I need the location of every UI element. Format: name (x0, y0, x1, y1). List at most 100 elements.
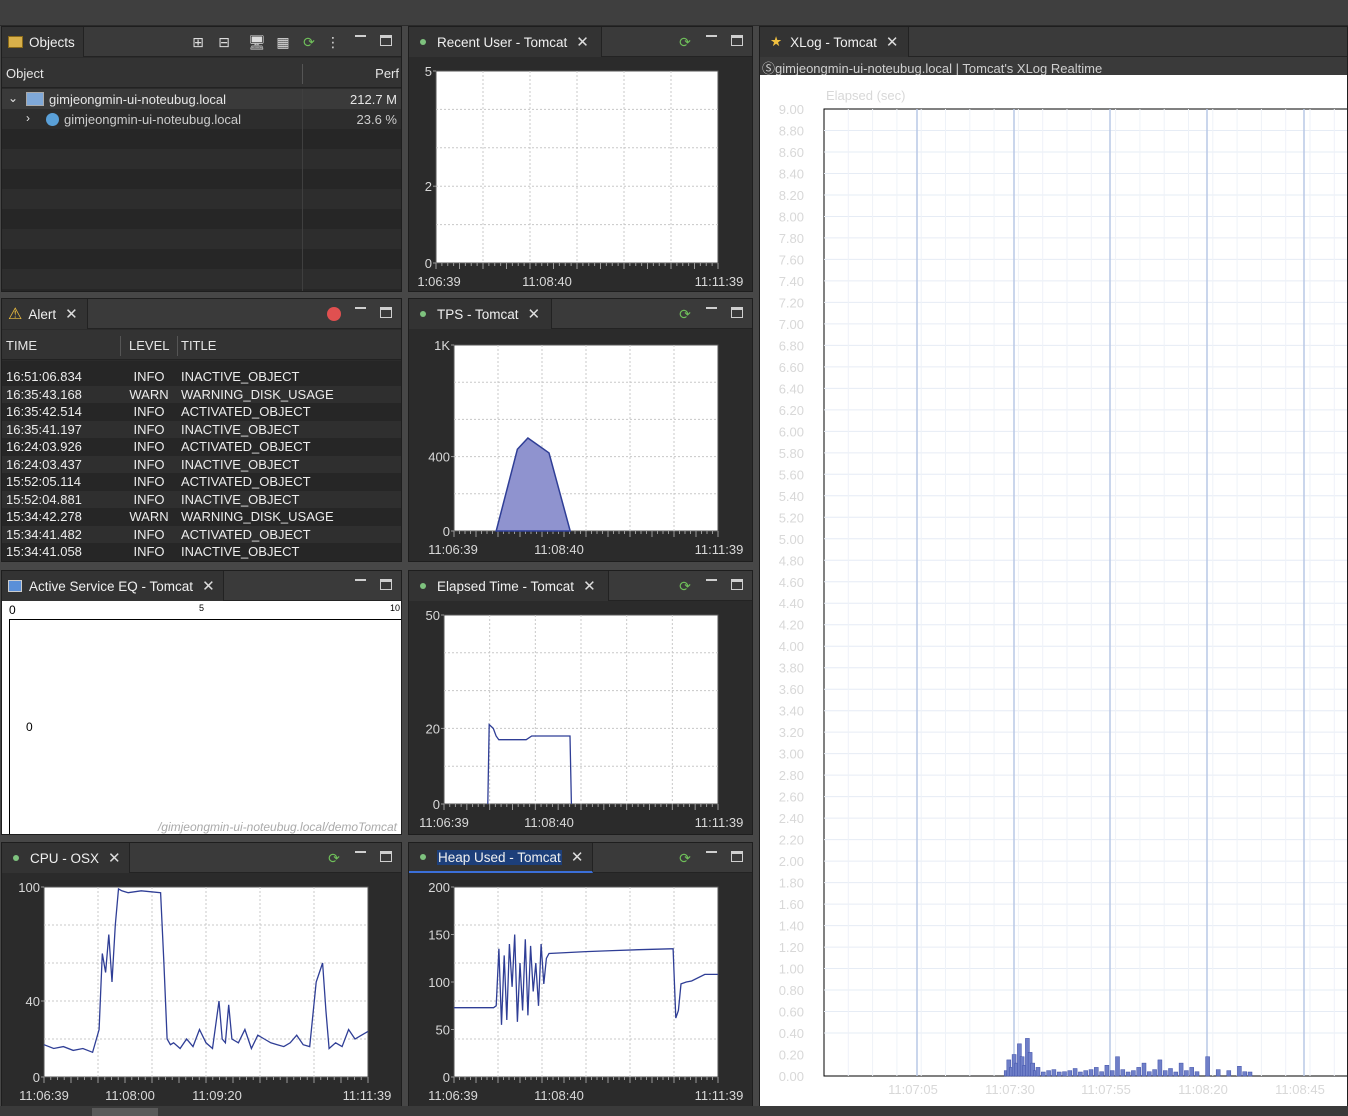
maximize-icon[interactable] (380, 579, 392, 590)
calendar-icon[interactable]: ▦ (274, 33, 292, 51)
col-level[interactable]: LEVEL (129, 338, 169, 353)
alert-row[interactable]: 16:51:06.834 INFO INACTIVE_OBJECT (2, 368, 401, 386)
y-tick-label: 3.80 (779, 661, 804, 676)
collapse-arrow-icon[interactable]: › (26, 111, 30, 125)
alert-row[interactable]: 15:34:41.058 INFO INACTIVE_OBJECT (2, 543, 401, 561)
close-icon[interactable]: ✕ (65, 305, 78, 323)
alert-row[interactable]: 16:24:03.437 INFO INACTIVE_OBJECT (2, 455, 401, 473)
minimize-icon[interactable] (706, 851, 717, 853)
alert-level: INFO (133, 439, 165, 455)
y-tick-label: 1K (434, 338, 450, 353)
status-bar (0, 1106, 1348, 1116)
alert-row[interactable]: 16:24:03.926 INFO ACTIVATED_OBJECT (2, 438, 401, 456)
maximize-icon[interactable] (731, 579, 743, 590)
close-icon[interactable]: ✕ (571, 848, 584, 866)
y-tick-label: 20 (426, 721, 440, 736)
close-icon[interactable]: ✕ (108, 849, 121, 867)
tab-cpu[interactable]: CPU - OSX ✕ (2, 843, 130, 873)
objects-panel: Objects ⊞ ⊟ 🖥 ▦ ⟳ ⋮ Object Perf ⌄ gimjeo… (1, 26, 402, 292)
objects-row-perf: 23.6 % (356, 112, 397, 127)
col-perf[interactable]: Perf (375, 66, 399, 81)
close-icon[interactable]: ✕ (583, 577, 596, 595)
status-dot-icon (420, 854, 426, 860)
tab-heap[interactable]: Heap Used - Tomcat ✕ (409, 843, 593, 873)
y-tick-label: 0 (33, 1070, 40, 1085)
alert-time: 16:35:43.168 (6, 386, 82, 402)
minimize-icon[interactable] (706, 307, 717, 309)
minimize-icon[interactable] (355, 307, 366, 309)
tab-tps[interactable]: TPS - Tomcat ✕ (409, 299, 552, 329)
close-icon[interactable]: ✕ (202, 577, 215, 595)
close-icon[interactable]: ✕ (528, 305, 541, 323)
col-divider (177, 336, 178, 356)
alert-row[interactable]: 15:52:04.881 INFO INACTIVE_OBJECT (2, 490, 401, 508)
minimize-icon[interactable] (355, 579, 366, 581)
xlog-point (1226, 1070, 1232, 1077)
alert-row[interactable]: 16:35:42.514 INFO ACTIVATED_OBJECT (2, 403, 401, 421)
maximize-icon[interactable] (731, 307, 743, 318)
expand-arrow-icon[interactable]: ⌄ (8, 91, 18, 105)
close-icon[interactable]: ✕ (886, 33, 899, 51)
x-tick-label: 11:08:40 (534, 542, 584, 557)
alert-row[interactable]: 15:52:05.114 INFO ACTIVATED_OBJECT (2, 473, 401, 491)
refresh-icon[interactable]: ⟳ (300, 33, 318, 51)
maximize-icon[interactable] (380, 35, 392, 46)
star-icon: ★ (770, 34, 783, 49)
tab-recent-user-label: Recent User - Tomcat (437, 34, 568, 50)
maximize-icon[interactable] (731, 35, 743, 46)
status-dot-icon (420, 39, 426, 45)
refresh-icon[interactable]: ⟳ (676, 849, 694, 867)
alert-tabbar: ⚠ Alert ✕ (2, 299, 401, 329)
objects-folder-icon (8, 36, 23, 48)
xlog-point (1141, 1062, 1147, 1077)
alert-time: 16:35:41.197 (6, 421, 82, 437)
refresh-icon[interactable]: ⟳ (676, 305, 694, 323)
col-title[interactable]: TITLE (181, 338, 216, 353)
x-tick-label: 11:08:40 (524, 815, 574, 830)
alert-level: INFO (133, 474, 165, 490)
maximize-icon[interactable] (380, 307, 392, 318)
more-icon[interactable]: ⋮ (326, 33, 340, 51)
tab-alert[interactable]: ⚠ Alert ✕ (2, 299, 88, 329)
tab-objects[interactable]: Objects (2, 27, 84, 57)
tab-active-service[interactable]: Active Service EQ - Tomcat ✕ (2, 571, 224, 601)
alert-row[interactable]: 15:34:42.278 WARN WARNING_DISK_USAGE (2, 508, 401, 526)
maximize-icon[interactable] (731, 851, 743, 862)
col-time[interactable]: TIME (6, 338, 37, 353)
add-icon[interactable]: ⊞ (190, 33, 206, 51)
objects-row[interactable]: › gimjeongmin-ui-noteubug.local 23.6 % (2, 109, 401, 129)
scale-min: 0 (9, 603, 16, 617)
refresh-icon[interactable]: ⟳ (676, 577, 694, 595)
minimize-icon[interactable] (355, 35, 366, 37)
refresh-icon[interactable]: ⟳ (676, 33, 694, 51)
cpu-tabbar: CPU - OSX ✕ ⟳ (2, 843, 401, 873)
alert-row[interactable]: 16:35:43.168 WARN WARNING_DISK_USAGE (2, 385, 401, 403)
refresh-icon[interactable]: ⟳ (325, 849, 343, 867)
alert-title: INACTIVE_OBJECT (181, 421, 300, 437)
status-dot-icon (13, 855, 19, 861)
monitor-icon[interactable]: 🖥 (248, 33, 266, 51)
collapse-icon[interactable]: ⊟ (216, 33, 232, 51)
tps-chart: 0 400 1K 11:06:39 11:08:40 11:11:39 (409, 329, 752, 561)
minimize-icon[interactable] (355, 851, 366, 853)
x-tick-label: 11:06:39 (428, 1088, 478, 1103)
col-object[interactable]: Object (6, 66, 44, 81)
alert-row[interactable]: 16:35:41.197 INFO INACTIVE_OBJECT (2, 420, 401, 438)
close-icon[interactable]: ✕ (576, 33, 589, 51)
objects-row[interactable]: ⌄ gimjeongmin-ui-noteubug.local 212.7 M (2, 89, 401, 109)
alert-row[interactable]: 15:34:41.482 INFO ACTIVATED_OBJECT (2, 525, 401, 543)
alert-level: INFO (133, 456, 165, 472)
xlog-tabbar: ★ XLog - Tomcat ✕ (760, 27, 1347, 57)
tab-xlog[interactable]: ★ XLog - Tomcat ✕ (760, 27, 909, 57)
minimize-icon[interactable] (706, 35, 717, 37)
maximize-icon[interactable] (380, 851, 392, 862)
xlog-point (1078, 1071, 1083, 1077)
minimize-icon[interactable] (706, 579, 717, 581)
tab-recent-user[interactable]: Recent User - Tomcat ✕ (409, 27, 602, 57)
y-tick-label: 6.20 (779, 403, 804, 418)
tab-elapsed[interactable]: Elapsed Time - Tomcat ✕ (409, 571, 609, 601)
xlog-point (1088, 1069, 1094, 1077)
clear-icon[interactable] (326, 305, 342, 323)
xlog-point (1041, 1071, 1046, 1077)
y-tick-label: 2.80 (779, 768, 804, 783)
